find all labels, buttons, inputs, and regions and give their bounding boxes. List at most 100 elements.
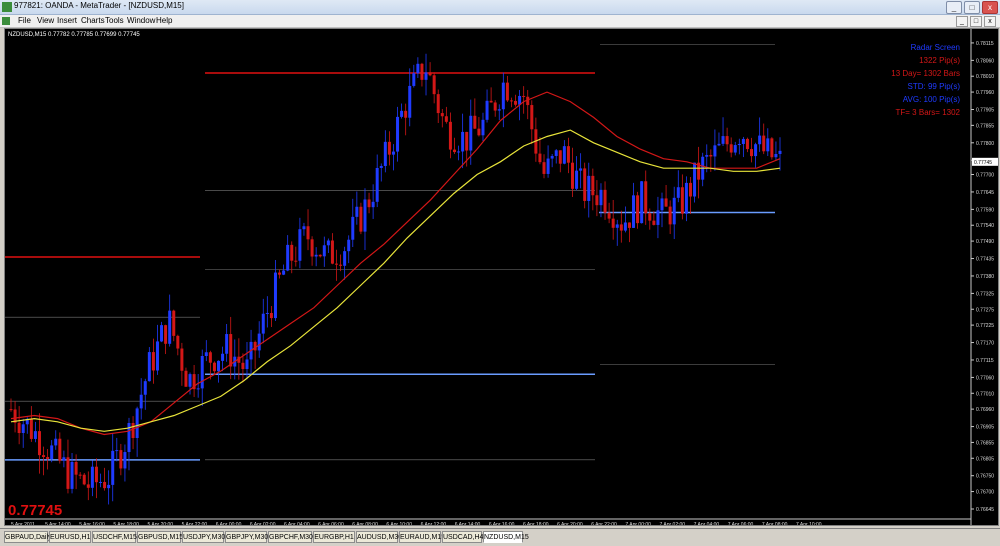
time-tick-label: 7 Apr 08:00 — [762, 522, 788, 526]
window-title: 977821: OANDA - MetaTrader - [NZDUSD,M15… — [14, 1, 184, 10]
time-tick-label: 5 Apr 18:00 — [113, 522, 139, 526]
price-chart[interactable]: NZDUSD,M15 0.77782 0.77785 0.77699 0.777… — [5, 29, 999, 526]
candle-body — [241, 362, 245, 370]
minimize-button[interactable]: _ — [946, 1, 962, 14]
candle-body — [306, 226, 310, 240]
price-tick-label: 0.76905 — [976, 425, 994, 431]
chart-tab[interactable]: USDCHF,M15 — [92, 531, 137, 543]
candle-body — [131, 422, 135, 438]
candle-body — [477, 128, 481, 136]
candle-body — [514, 100, 518, 105]
candle-body — [412, 73, 416, 86]
chart-tab[interactable]: NZDUSD,M15 — [483, 531, 529, 543]
candle-body — [627, 222, 631, 228]
candle-body — [363, 199, 367, 232]
time-tick-label: 6 Apr 06:00 — [318, 522, 344, 526]
chart-tab[interactable]: EURUSD,H1 — [49, 531, 91, 543]
candle-body — [37, 431, 41, 456]
menu-view[interactable]: View — [37, 16, 54, 25]
menu-file[interactable]: File — [18, 16, 31, 25]
candle-body — [737, 143, 741, 146]
menu-help[interactable]: Help — [156, 16, 172, 25]
candle-body — [591, 175, 595, 196]
candle-body — [632, 195, 636, 228]
time-tick-label: 6 Apr 20:00 — [557, 522, 583, 526]
candle-body — [754, 144, 758, 157]
chart-tab[interactable]: GBPUSD,M15 — [137, 531, 183, 543]
candle-body — [603, 189, 607, 213]
time-tick-label: 7 Apr 10:00 — [796, 522, 822, 526]
chart-tab[interactable]: GBPCHF,M30 — [268, 531, 313, 543]
menu-insert[interactable]: Insert — [57, 16, 77, 25]
time-tick-label: 7 Apr 02:00 — [659, 522, 685, 526]
candle-body — [501, 82, 505, 110]
candle-body — [750, 149, 754, 157]
moving-average-fast — [10, 91, 781, 436]
info-line: 13 Day= 1302 Bars — [891, 69, 960, 78]
chart-window[interactable]: NZDUSD,M15 0.77782 0.77785 0.77699 0.777… — [4, 28, 999, 526]
candle-body — [70, 462, 74, 489]
candle-body — [766, 138, 770, 152]
candle-body — [46, 457, 50, 460]
menu-charts[interactable]: Charts — [81, 16, 105, 25]
info-line: 1322 Pip(s) — [919, 56, 960, 65]
candle-body — [672, 197, 676, 225]
chart-tab[interactable]: EURAUD,M15 — [399, 531, 445, 543]
candle-body — [570, 162, 574, 189]
candle-body — [509, 100, 513, 102]
menu-bar: File View Insert Charts Tools Window Hel… — [0, 15, 1000, 28]
candle-body — [688, 182, 692, 197]
mdi-restore-button[interactable]: □ — [970, 16, 982, 27]
price-tick-label: 0.77170 — [976, 341, 994, 347]
price-tick-label: 0.76700 — [976, 490, 994, 496]
time-tick-label: 6 Apr 08:00 — [352, 522, 378, 526]
chart-tab[interactable]: GBPAUD,Daily — [4, 531, 52, 543]
time-tick-label: 6 Apr 00:00 — [216, 522, 242, 526]
menu-tools[interactable]: Tools — [105, 16, 124, 25]
candle-body — [200, 356, 204, 389]
price-tick-label: 0.76645 — [976, 507, 994, 513]
candle-body — [21, 424, 25, 434]
candle-body — [668, 206, 672, 225]
candle-body — [473, 115, 477, 129]
candle-body — [774, 153, 778, 158]
mdi-minimize-button[interactable]: _ — [956, 16, 968, 27]
candle-body — [619, 224, 623, 231]
candle-body — [326, 240, 330, 246]
candle-body — [465, 131, 469, 151]
chart-tab[interactable]: AUDUSD,M30 — [356, 531, 402, 543]
chart-tab[interactable]: USDJPY,M30 — [182, 531, 225, 543]
candle-body — [546, 158, 550, 174]
candle-body — [457, 151, 461, 153]
menu-window[interactable]: Window — [127, 16, 155, 25]
candle-body — [107, 484, 111, 489]
price-tick-label: 0.78010 — [976, 74, 994, 80]
info-line: AVG: 100 Pip(s) — [903, 95, 961, 104]
candle-body — [505, 82, 509, 101]
candle-body — [180, 348, 184, 371]
price-tick-label: 0.77960 — [976, 90, 994, 96]
mdi-close-button[interactable]: x — [984, 16, 996, 27]
chart-tab[interactable]: USDCAD,H4 — [442, 531, 483, 543]
app-icon — [2, 2, 12, 12]
price-tick-label: 0.77225 — [976, 323, 994, 329]
candle-body — [400, 110, 404, 117]
price-tick-label: 0.77800 — [976, 141, 994, 147]
candle-body — [615, 224, 619, 228]
maximize-button[interactable]: □ — [964, 1, 980, 14]
info-title: Radar Screen — [911, 43, 960, 52]
price-tick-label: 0.77435 — [976, 257, 994, 263]
candle-body — [17, 422, 21, 434]
candle-body — [58, 438, 62, 461]
candle-body — [245, 359, 249, 370]
price-tick-label: 0.76750 — [976, 474, 994, 480]
chart-tab[interactable]: EURGBP,H1 — [313, 531, 355, 543]
candle-body — [481, 119, 485, 136]
chart-tab[interactable]: GBPJPY,M30 — [225, 531, 268, 543]
candle-body — [78, 474, 82, 476]
candle-body — [208, 352, 212, 363]
candle-body — [310, 239, 314, 257]
close-button[interactable]: x — [982, 1, 998, 14]
candle-body — [217, 360, 221, 372]
candle-body — [347, 239, 351, 252]
